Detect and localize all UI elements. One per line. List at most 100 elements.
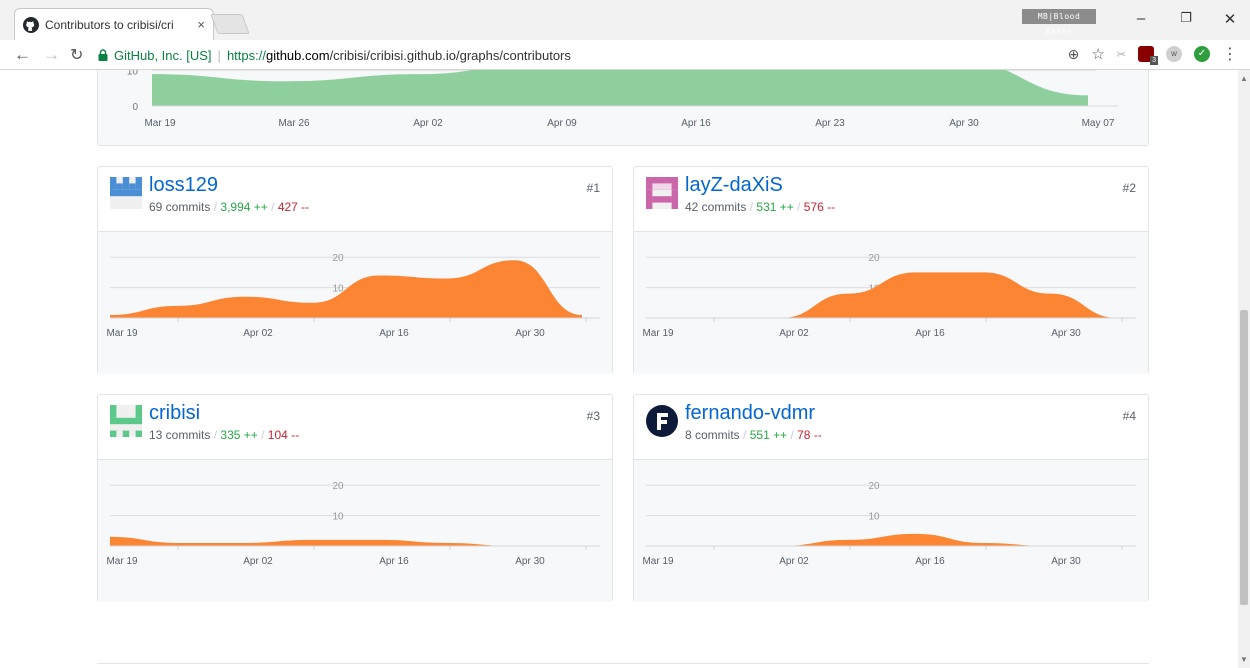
tab-title: Contributors to cribisi/cri [45,17,174,32]
x-tick-label: Mar 19 [144,118,176,129]
x-tick-label: Apr 23 [815,118,845,129]
deletions-count: 104 -- [267,428,300,442]
scroll-down-icon[interactable]: ▼ [1240,655,1248,664]
browser-toolbar: ← → ↻ GitHub, Inc. [US] | https://github… [0,40,1250,70]
x-tick-label: Apr 02 [779,556,809,567]
window-close-icon[interactable]: ✕ [1220,10,1240,28]
back-icon[interactable]: ← [14,45,31,65]
stats-separator: / [261,428,265,442]
reload-icon[interactable]: ↻ [70,45,83,65]
url-path: /cribisi/cribisi.github.io/graphs/contri… [329,47,571,63]
scrollbar-thumb[interactable] [1240,310,1248,605]
contributor-stats: 69 commits / 3,994 ++ / 427 -- [149,200,309,214]
contributor-login-link[interactable]: fernando-vdmr [685,402,815,425]
contributor-login-link[interactable]: loss129 [149,174,218,197]
ublock-extension-icon[interactable]: 3 [1138,46,1158,65]
x-tick-label: Apr 16 [681,118,711,129]
contributor-chart-panel: 2010Mar 19Apr 02Apr 16Apr 30 [634,459,1148,602]
contributor-chart: 2010Mar 19Apr 02Apr 16Apr 30 [106,253,600,339]
contributor-avatar[interactable] [646,177,678,209]
x-tick-label: Mar 19 [642,328,674,339]
x-tick-label: Apr 09 [547,118,577,129]
site-origin: GitHub, Inc. [US] [114,47,212,63]
x-tick-label: Mar 19 [106,556,138,567]
browser-tabstrip: Contributors to cribisi/cri × MB|Blood E… [0,0,1250,40]
x-tick-label: Apr 16 [379,556,409,567]
w-extension-icon[interactable]: w [1166,46,1182,62]
x-tick-label: Mar 26 [278,118,310,129]
x-tick-label: Apr 16 [915,556,945,567]
x-tick-label: May 07 [1082,118,1115,129]
forward-icon[interactable]: → [43,45,60,65]
contributor-card: loss129 69 commits / 3,994 ++ / 427 -- #… [97,166,613,374]
x-tick-label: Apr 16 [915,328,945,339]
x-tick-label: Apr 30 [949,118,979,129]
x-tick-label: Apr 30 [1051,556,1081,567]
stats-separator: / [213,200,218,214]
additions-count: 531 ++ [756,200,794,214]
y-tick-label: 10 [332,512,344,523]
page-scrollbar[interactable]: ▲ ▼ [1238,70,1250,668]
additions-count: 3,994 ++ [220,200,268,214]
browser-tab[interactable]: Contributors to cribisi/cri × [14,8,214,40]
commit-area [110,536,582,546]
x-tick-label: Apr 02 [243,556,273,567]
contributor-rank: #4 [1122,409,1136,423]
contributor-login-link[interactable]: layZ-daXiS [685,174,783,197]
zoom-icon[interactable]: ⊕ [1068,46,1080,63]
contributor-chart: 2010Mar 19Apr 02Apr 16Apr 30 [106,481,600,567]
contributor-rank: #1 [586,181,600,195]
commit-count[interactable]: 69 commits [149,200,210,214]
scroll-up-icon[interactable]: ▲ [1240,74,1248,83]
deletions-count: 78 -- [797,428,822,442]
stats-separator: / [749,200,754,214]
address-bar[interactable]: GitHub, Inc. [US] | https://github.com/c… [98,43,1098,67]
contributor-card: fernando-vdmr 8 commits / 551 ++ / 78 --… [633,394,1149,602]
minimize-icon[interactable]: – [1131,10,1151,27]
commit-area [646,272,1118,318]
w-extension-label: w [1171,49,1177,58]
y-tick-label: 0 [132,102,138,113]
additions-count: 551 ++ [749,428,788,442]
restore-icon[interactable]: ❐ [1176,10,1196,26]
contributor-card: layZ-daXiS 42 commits / 531 ++ / 576 -- … [633,166,1149,374]
contributor-chart: 2010Mar 19Apr 02Apr 16Apr 30 [642,253,1136,339]
tab-close-icon[interactable]: × [197,17,205,32]
x-tick-label: Apr 02 [243,328,273,339]
y-tick-label: 20 [332,481,344,492]
contributor-stats: 42 commits / 531 ++ / 576 -- [685,200,835,214]
x-tick-label: Apr 02 [779,328,809,339]
contributor-card: cribisi 13 commits / 335 ++ / 104 -- #3 … [97,394,613,602]
menu-icon[interactable]: ⋮ [1222,44,1238,64]
page-divider [97,663,1149,664]
contributor-avatar[interactable] [110,177,142,209]
stats-separator: / [797,200,801,214]
x-tick-label: Apr 02 [413,118,443,129]
contributor-avatar[interactable] [110,405,142,437]
contributor-login-link[interactable]: cribisi [149,402,200,425]
contributor-chart-panel: 2010Mar 19Apr 02Apr 16Apr 30 [98,231,612,374]
scissors-icon[interactable]: ✂ [1117,48,1126,61]
x-tick-label: Apr 30 [1051,328,1081,339]
url-host: github.com [265,47,330,63]
commit-count[interactable]: 42 commits [685,200,746,214]
stats-separator: / [271,200,275,214]
github-icon [23,16,39,33]
contributor-rank: #3 [586,409,600,423]
x-tick-label: Mar 19 [106,328,138,339]
stats-separator: / [213,428,218,442]
commit-count[interactable]: 13 commits [149,428,210,442]
stats-separator: / [790,428,794,442]
contributor-stats: 8 commits / 551 ++ / 78 -- [685,428,822,442]
commit-count[interactable]: 8 commits [685,428,740,442]
x-tick-label: Apr 30 [515,328,545,339]
new-tab-button[interactable] [210,14,250,34]
contributor-avatar[interactable] [646,405,678,437]
check-extension-icon[interactable]: ✓ [1194,46,1210,62]
y-tick-label: 10 [868,512,880,523]
extension-count-badge: 3 [1150,56,1158,65]
contributor-rank: #2 [1122,181,1136,195]
bookmark-star-icon[interactable]: ☆ [1091,45,1104,63]
x-tick-label: Apr 16 [379,328,409,339]
commit-area [646,533,1118,546]
